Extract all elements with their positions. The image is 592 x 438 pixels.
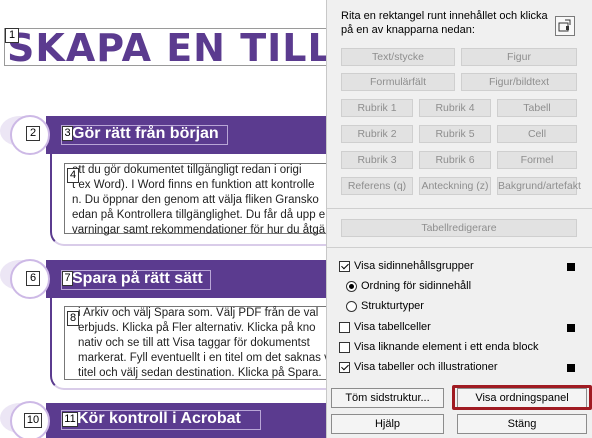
tag-button-cell[interactable]: Cell — [497, 125, 577, 143]
show-content-groups-label: Visa sidinnehållsgrupper — [354, 260, 474, 272]
color-swatch[interactable] — [567, 263, 575, 271]
tag-button-heading-6[interactable]: Rubrik 6 — [419, 151, 491, 169]
show-similar-as-block-checkbox[interactable] — [339, 342, 350, 353]
tag-number-2[interactable]: 2 — [26, 126, 40, 141]
tag-button-heading-4[interactable]: Rubrik 4 — [419, 99, 491, 117]
tag-number-8[interactable]: 8 — [67, 311, 79, 326]
paragraph-line: erbjuds. Klicka på Fler alternativ. Klic… — [78, 322, 316, 334]
show-similar-as-block-label: Visa liknande element i ett enda block — [354, 341, 539, 353]
paragraph-line: varningar samt rekommendationer för hur … — [72, 224, 326, 236]
color-swatch[interactable] — [567, 364, 575, 372]
tag-number-6[interactable]: 6 — [26, 271, 40, 286]
draw-rectangle-icon[interactable] — [555, 16, 575, 36]
section-heading: Kör kontroll i Acrobat — [77, 410, 241, 427]
tag-button-background-artifact[interactable]: Bakgrund/artefakt — [497, 177, 581, 195]
structure-types-radio[interactable] — [346, 301, 357, 312]
paragraph-line: att du gör dokumentet tillgängligt redan… — [72, 164, 302, 176]
document-view: 1 SKAPA EN TILLGÄN 2 3 Gör rätt från bör… — [0, 0, 326, 438]
instruction-text: Rita en rektangel runt innehållet och kl… — [341, 10, 548, 36]
section-paragraph: att du gör dokumentet tillgängligt redan… — [72, 163, 326, 238]
tag-button-heading-1[interactable]: Rubrik 1 — [341, 99, 413, 117]
divider — [327, 208, 592, 209]
paragraph-line: titel och välj sedan destination. Klicka… — [78, 367, 322, 379]
paragraph-line: i Arkiv och välj Spara som. Välj PDF frå… — [78, 307, 319, 319]
tag-button-figure-caption[interactable]: Figur/bildtext — [461, 73, 577, 91]
tag-number-10[interactable]: 10 — [24, 413, 42, 428]
paragraph-line: edan på Kontrollera tillgänglighet. Du f… — [72, 209, 326, 221]
highlight-outline — [452, 385, 592, 410]
tag-number-11[interactable]: 11 — [62, 412, 78, 427]
paragraph-line: n. Du öppnar den genom att välja fliken … — [72, 194, 319, 206]
show-tables-figures-checkbox[interactable] — [339, 362, 350, 373]
tag-button-heading-3[interactable]: Rubrik 3 — [341, 151, 413, 169]
tag-button-text[interactable]: Text/stycke — [341, 48, 455, 66]
tag-button-table[interactable]: Tabell — [497, 99, 577, 117]
reading-order-panel: Rita en rektangel runt innehållet och kl… — [326, 0, 592, 438]
structure-types-label: Strukturtyper — [361, 300, 424, 312]
tag-number-1[interactable]: 1 — [5, 28, 19, 43]
tag-button-reference[interactable]: Referens (q) — [341, 177, 413, 195]
show-content-groups-checkbox[interactable] — [339, 261, 350, 272]
document-title: SKAPA EN TILLGÄN — [7, 26, 326, 70]
tag-button-figure[interactable]: Figur — [461, 48, 577, 66]
table-editor-button[interactable]: Tabellredigerare — [341, 219, 577, 237]
tag-button-note[interactable]: Anteckning (z) — [419, 177, 491, 195]
paragraph-line: t ex Word). I Word finns en funktion att… — [72, 179, 315, 191]
order-by-content-label: Ordning för sidinnehåll — [361, 280, 472, 292]
tag-button-form-field[interactable]: Formulärfält — [341, 73, 455, 91]
clear-structure-button[interactable]: Töm sidstruktur... — [331, 388, 444, 408]
section-heading: Spara på rätt sätt — [72, 270, 203, 287]
paragraph-line: nativ och se till att Visa taggar för do… — [78, 337, 310, 349]
show-table-cells-checkbox[interactable] — [339, 322, 350, 333]
show-tables-figures-label: Visa tabeller och illustrationer — [354, 361, 498, 373]
order-by-content-radio[interactable] — [346, 281, 357, 292]
tag-button-formula[interactable]: Formel — [497, 151, 577, 169]
section-heading: Gör rätt från början — [72, 125, 219, 142]
divider — [327, 247, 592, 248]
section-paragraph: i Arkiv och välj Spara som. Välj PDF frå… — [78, 306, 326, 381]
color-swatch[interactable] — [567, 324, 575, 332]
tag-number-3[interactable]: 3 — [62, 126, 73, 141]
document-title-region[interactable]: SKAPA EN TILLGÄN — [4, 26, 326, 70]
tag-number-4[interactable]: 4 — [67, 168, 79, 183]
close-button[interactable]: Stäng — [457, 414, 587, 434]
help-button[interactable]: Hjälp — [331, 414, 444, 434]
tag-button-heading-2[interactable]: Rubrik 2 — [341, 125, 413, 143]
paragraph-line: markerat. Fyll eventuellt i en titel om … — [78, 352, 326, 364]
show-table-cells-label: Visa tabellceller — [354, 321, 431, 333]
tag-number-7[interactable]: 7 — [62, 271, 73, 286]
tag-button-heading-5[interactable]: Rubrik 5 — [419, 125, 491, 143]
